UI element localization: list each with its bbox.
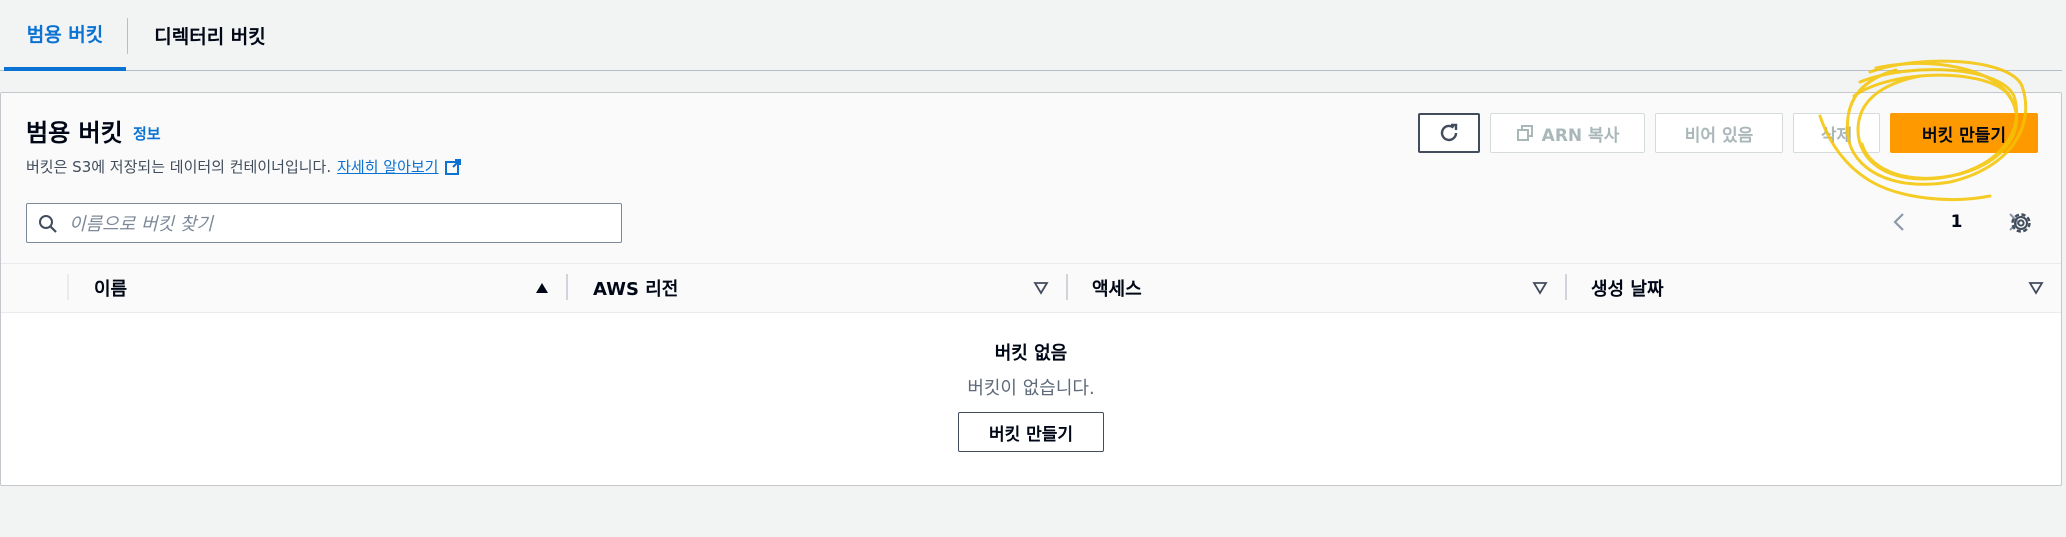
search-field[interactable] [26, 203, 622, 244]
sort-ascending-icon[interactable] [534, 280, 550, 296]
chevron-left-icon[interactable] [1889, 211, 1911, 233]
refresh-button[interactable] [1418, 113, 1480, 153]
panel-description: 버킷은 S3에 저장되는 데이터의 컨테이너입니다. 자세히 알아보기 [26, 156, 462, 177]
column-header-name[interactable]: 이름 [94, 264, 127, 312]
column-header-access[interactable]: 액세스 [1092, 264, 1142, 312]
sort-icon[interactable] [1532, 280, 1548, 296]
search-input[interactable] [67, 204, 611, 244]
description-text: 버킷은 S3에 저장되는 데이터의 컨테이너입니다. [26, 158, 332, 176]
create-bucket-button[interactable]: 버킷 만들기 [1890, 113, 2038, 153]
column-header-region[interactable]: AWS 리전 [593, 264, 678, 312]
tab-divider [127, 18, 128, 54]
column-separator[interactable] [1565, 274, 1567, 300]
table-header: 이름 AWS 리전 액세스 생성 날짜 [1, 263, 2061, 313]
sort-icon[interactable] [2028, 280, 2044, 296]
copy-arn-button[interactable]: ARN 복사 [1490, 113, 1645, 153]
empty-state-create-bucket-button[interactable]: 버킷 만들기 [958, 412, 1104, 452]
delete-button[interactable]: 삭제 [1793, 113, 1880, 153]
learn-more-link[interactable]: 자세히 알아보기 [337, 156, 438, 177]
column-separator[interactable] [566, 274, 568, 300]
info-link[interactable]: 정보 [133, 123, 161, 144]
gear-icon[interactable] [2008, 210, 2034, 236]
empty-bucket-button[interactable]: 비어 있음 [1655, 113, 1783, 153]
column-separator[interactable] [1066, 274, 1068, 300]
column-separator [67, 274, 69, 300]
copy-icon [1516, 125, 1533, 141]
page-title: 범용 버킷 [26, 119, 123, 147]
copy-arn-label: ARN 복사 [1541, 125, 1620, 146]
tab-bar: 범용 버킷 디렉터리 버킷 [0, 0, 2062, 71]
sort-icon[interactable] [1033, 280, 1049, 296]
refresh-icon [1440, 123, 1458, 142]
tab-directory-buckets[interactable]: 디렉터리 버킷 [130, 0, 290, 70]
buckets-panel: 범용 버킷 정보 버킷은 S3에 저장되는 데이터의 컨테이너입니다. 자세히 … [0, 92, 2062, 486]
current-page[interactable]: 1 [1951, 212, 1963, 232]
tab-general-purpose-buckets[interactable]: 범용 버킷 [4, 0, 126, 71]
empty-state-description: 버킷이 없습니다. [967, 378, 1095, 399]
column-header-created[interactable]: 생성 날짜 [1591, 264, 1664, 312]
search-icon [39, 215, 57, 233]
external-link-icon[interactable] [444, 158, 462, 176]
empty-state-title: 버킷 없음 [994, 343, 1068, 364]
panel-header: 범용 버킷 정보 버킷은 S3에 저장되는 데이터의 컨테이너입니다. 자세히 … [1, 93, 2061, 263]
pagination: 1 [1889, 205, 2024, 239]
